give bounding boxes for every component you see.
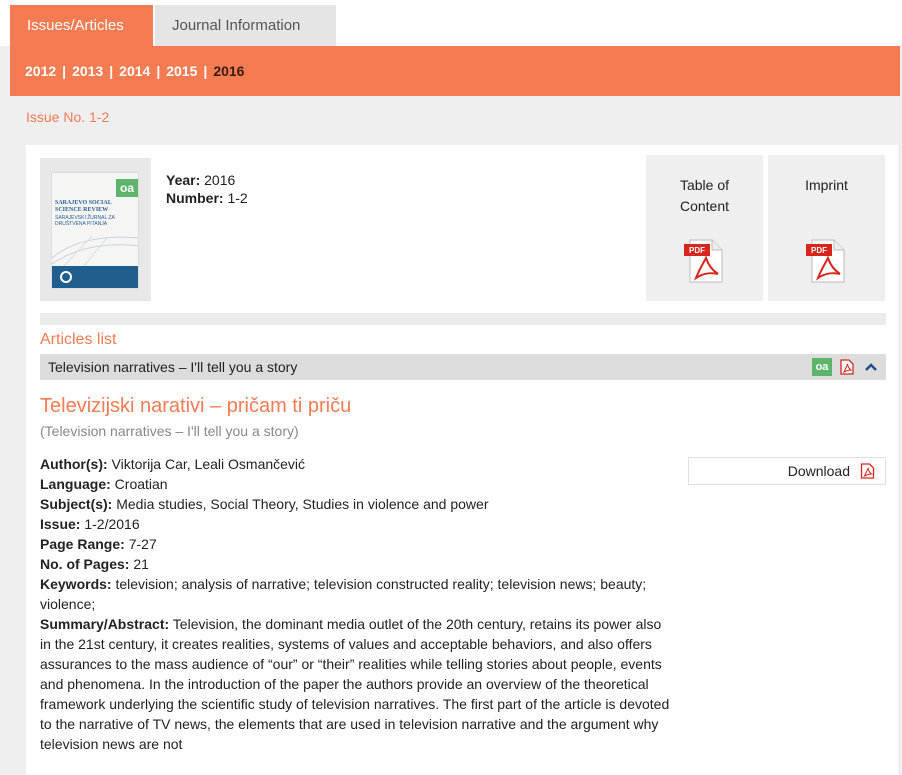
article-row[interactable]: Television narratives – I'll tell you a … [40,354,886,380]
page-range-field: Page Range: 7-27 [40,536,157,552]
cover-image: oa SARAJEVO SOCIAL SCIENCE REVIEW SARAJE… [51,172,139,289]
year-separator: | [62,63,67,79]
table-of-content-download[interactable]: Table of Content PDF [646,155,763,301]
issue-cover[interactable]: oa SARAJEVO SOCIAL SCIENCE REVIEW SARAJE… [40,158,151,301]
article-row-icons: oa [798,358,878,376]
open-access-icon: oa [812,358,832,376]
main-content: Issue No. 1-2 oa SARAJEVO SOCIAL SCIENCE… [10,96,900,775]
author-field: Author(s): Viktorija Car, Leali Osmančev… [40,456,306,472]
open-access-badge: oa [116,179,138,197]
issue-label: Issue No. 1-2 [26,109,110,125]
issue-year: Year: 2016 [166,172,236,188]
cover-decoration [52,235,138,268]
language-field: Language: Croatian [40,476,168,492]
cover-footer [52,266,138,288]
year-link-2012[interactable]: 2012 [25,63,56,79]
issue-number: Number: 1-2 [166,190,248,206]
issue-meta: Year: 2016 Number: 1-2 [166,171,248,207]
pdf-icon: PDF [684,239,723,283]
article-original-title: (Television narratives – I'll tell you a… [40,423,299,439]
keywords-field: Keywords: television; analysis of narrat… [40,576,647,612]
svg-text:PDF: PDF [689,246,705,255]
year-link-2013[interactable]: 2013 [72,63,103,79]
cover-subtitle: SARAJEVSKI ŽURNAL ZA DRUŠTVENA PITANJA [55,215,115,227]
issue-panel: oa SARAJEVO SOCIAL SCIENCE REVIEW SARAJE… [26,145,898,775]
publisher-logo-icon [60,271,72,283]
subject-field: Subject(s): Media studies, Social Theory… [40,496,489,512]
section-divider [40,313,886,325]
pdf-icon [860,463,875,479]
table-of-content-label: Table of Content [679,177,730,214]
tab-journal-information[interactable]: Journal Information [155,5,336,46]
pdf-icon: PDF [806,239,845,283]
year-separator: | [156,63,161,79]
year-separator: | [109,63,114,79]
articles-list-heading: Articles list [40,331,117,348]
year-link-2015[interactable]: 2015 [166,63,197,79]
svg-text:PDF: PDF [811,246,827,255]
issue-field: Issue: 1-2/2016 [40,516,140,532]
cover-title: SARAJEVO SOCIAL SCIENCE REVIEW [55,200,112,213]
imprint-label: Imprint [805,177,848,193]
article-title: Televizijski narativi – pričam ti priču [40,395,352,417]
year-navigation: 2012 | 2013 | 2014 | 2015 | 2016 [10,46,900,96]
pdf-icon[interactable] [840,359,854,375]
download-label: Download [787,463,850,479]
chevron-up-icon[interactable] [864,360,878,374]
imprint-download[interactable]: Imprint PDF [768,155,885,301]
year-link-2014[interactable]: 2014 [119,63,150,79]
abstract-field: Summary/Abstract: Television, the domina… [40,616,670,752]
article-row-title: Television narratives – I'll tell you a … [48,359,298,375]
tab-issues-articles[interactable]: Issues/Articles [10,5,153,46]
pages-count-field: No. of Pages: 21 [40,556,149,572]
year-link-2016[interactable]: 2016 [213,63,244,79]
article-details: Author(s): Viktorija Car, Leali Osmančev… [40,454,676,754]
download-button[interactable]: Download [688,457,886,485]
year-separator: | [203,63,208,79]
tab-bar: Issues/Articles Journal Information [0,0,902,46]
